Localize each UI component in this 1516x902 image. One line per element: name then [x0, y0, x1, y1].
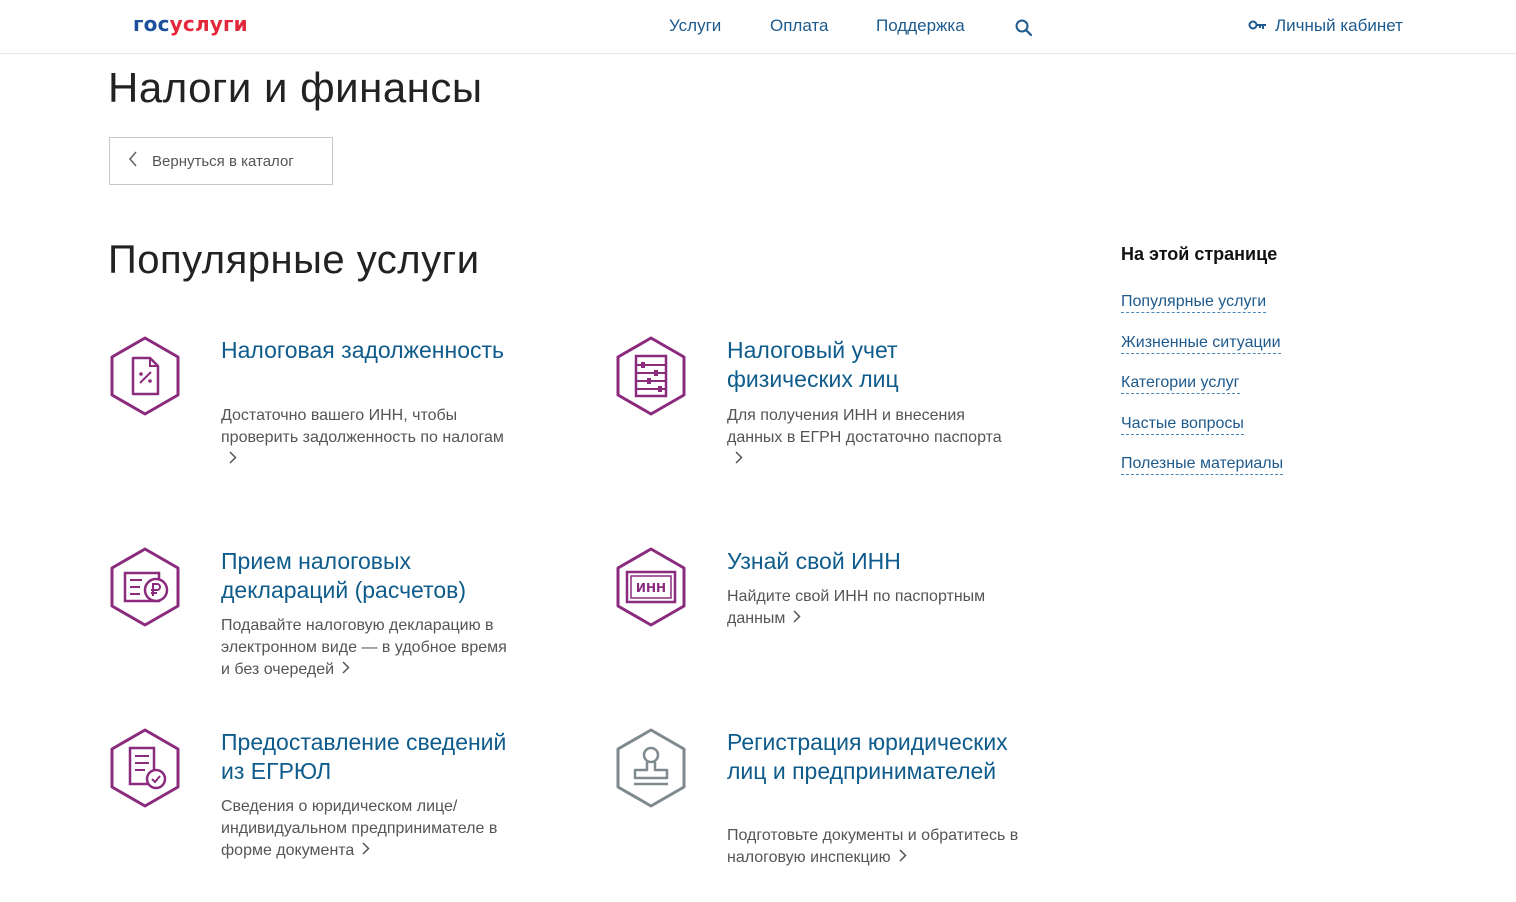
- site-header: госуслуги Услуги Оплата Поддержка Личный…: [0, 0, 1516, 54]
- card-title-tax-debt[interactable]: Налоговая задолженность: [221, 336, 521, 365]
- card-desc-tax-accounting: Для получения ИНН и внесения данных в ЕГ…: [727, 405, 1007, 471]
- card-title-tax-declarations[interactable]: Прием налоговых деклараций (расчетов): [221, 547, 521, 605]
- toc-link-useful-materials[interactable]: Полезные материалы: [1121, 455, 1284, 475]
- toc-title: На этой странице: [1121, 244, 1278, 264]
- inn-card-icon: ИНН: [614, 547, 688, 627]
- card-title-find-inn[interactable]: Узнай свой ИНН: [727, 547, 1027, 576]
- stamp-icon: [614, 728, 688, 808]
- card-desc-tax-declarations: Подавайте налоговую декларацию в электро…: [221, 615, 511, 681]
- toc-link-popular-services[interactable]: Популярные услуги: [1121, 293, 1267, 313]
- toc-link-life-situations[interactable]: Жизненные ситуации: [1121, 334, 1281, 354]
- nav-item-payment[interactable]: Оплата: [770, 16, 828, 36]
- card-desc-find-inn: Найдите свой ИНН по паспортным данным: [727, 586, 1017, 630]
- gosuslugi-logo[interactable]: госуслуги: [133, 12, 248, 36]
- card-title-tax-accounting[interactable]: Налоговый учет физических лиц: [727, 336, 1027, 394]
- section-title: Популярные услуги: [108, 238, 480, 282]
- chevron-left-icon: [110, 151, 152, 171]
- chevron-right-icon[interactable]: [735, 449, 743, 471]
- card-desc-egrul: Сведения о юридическом лице/ индивидуаль…: [221, 796, 511, 862]
- svg-text:ИНН: ИНН: [636, 581, 666, 595]
- search-icon[interactable]: [1014, 18, 1034, 38]
- page-title: Налоги и финансы: [108, 64, 483, 111]
- back-button-label: Вернуться в каталог: [152, 152, 294, 170]
- ruble-document-icon: [108, 547, 182, 627]
- tax-document-icon: [108, 336, 182, 416]
- card-desc-tax-debt: Достаточно вашего ИНН, чтобы проверить з…: [221, 405, 511, 471]
- toc-link-service-categories[interactable]: Категории услуг: [1121, 374, 1240, 394]
- chevron-right-icon[interactable]: [899, 847, 907, 869]
- back-to-catalog-button[interactable]: Вернуться в каталог: [109, 137, 333, 185]
- card-title-business-registration[interactable]: Регистрация юридических лиц и предприним…: [727, 728, 1027, 786]
- key-icon: [1248, 16, 1275, 36]
- card-title-egrul[interactable]: Предоставление сведений из ЕГРЮЛ: [221, 728, 521, 786]
- abacus-icon: [614, 336, 688, 416]
- chevron-right-icon[interactable]: [229, 449, 237, 471]
- chevron-right-icon[interactable]: [362, 840, 370, 862]
- personal-cabinet-link[interactable]: Личный кабинет: [1248, 16, 1403, 36]
- chevron-right-icon[interactable]: [342, 659, 350, 681]
- document-check-icon: [108, 728, 182, 808]
- cabinet-label: Личный кабинет: [1275, 16, 1403, 35]
- toc-link-faq[interactable]: Частые вопросы: [1121, 415, 1244, 435]
- chevron-right-icon[interactable]: [793, 608, 801, 630]
- nav-item-services[interactable]: Услуги: [669, 16, 721, 36]
- nav-item-support[interactable]: Поддержка: [876, 16, 965, 36]
- card-desc-business-registration: Подготовьте документы и обратитесь в нал…: [727, 825, 1032, 869]
